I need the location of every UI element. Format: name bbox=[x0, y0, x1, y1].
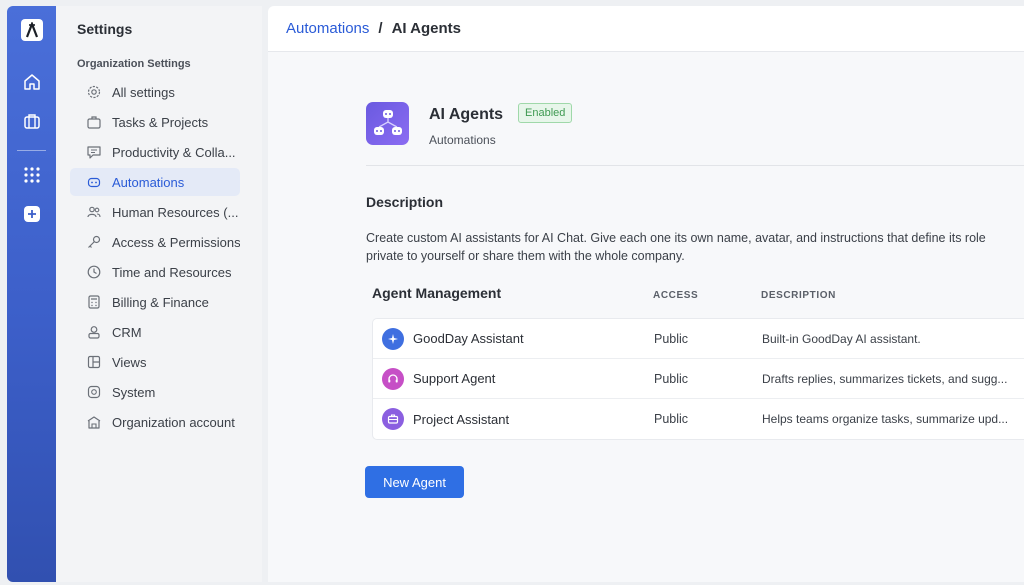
sidebar-item-label: Productivity & Colla... bbox=[112, 144, 236, 160]
sidebar-item-organization-account[interactable]: Organization account bbox=[70, 408, 240, 436]
sidebar-item-label: Tasks & Projects bbox=[112, 114, 209, 130]
sidebar-item-label: Time and Resources bbox=[112, 264, 232, 280]
robot-icon bbox=[87, 175, 101, 189]
agent-list: GoodDay Assistant Public Built-in GoodDa… bbox=[372, 318, 1024, 440]
description-text: Create custom AI assistants for AI Chat.… bbox=[366, 229, 1024, 265]
agent-description: Drafts replies, summarizes tickets, and … bbox=[762, 371, 1008, 386]
ai-agents-app-icon bbox=[366, 102, 409, 145]
sidebar-item-access-permissions[interactable]: Access & Permissions bbox=[70, 228, 240, 256]
page-title: AI Agents bbox=[391, 20, 462, 37]
sidebar-group-label: Organization Settings bbox=[77, 58, 191, 70]
sidebar-item-label: Human Resources (... bbox=[112, 204, 239, 220]
header-divider bbox=[366, 165, 1024, 166]
breadcrumb: Automations / AI Agents bbox=[268, 6, 1024, 52]
sidebar-item-label: CRM bbox=[112, 324, 142, 340]
sidebar-item-automations[interactable]: Automations bbox=[70, 168, 240, 196]
apps-grid-icon[interactable] bbox=[21, 164, 43, 186]
breadcrumb-parent-link[interactable]: Automations bbox=[286, 20, 369, 37]
main-panel: Automations / AI Agents AI Agents Enable… bbox=[268, 6, 1024, 582]
sidebar-item-time-resources[interactable]: Time and Resources bbox=[70, 258, 240, 286]
plus-icon[interactable] bbox=[21, 203, 43, 225]
app-rail bbox=[7, 6, 56, 582]
sidebar-item-views[interactable]: Views bbox=[70, 348, 240, 376]
rail-divider bbox=[17, 150, 46, 151]
description-line-1: Create custom AI assistants for AI Chat.… bbox=[366, 231, 986, 245]
agent-row-project-assistant[interactable]: Project Assistant Public Helps teams org… bbox=[373, 399, 1024, 439]
sidebar-item-label: Access & Permissions bbox=[112, 234, 240, 250]
agent-row-gooday-assistant[interactable]: GoodDay Assistant Public Built-in GoodDa… bbox=[373, 319, 1024, 359]
column-header-access: ACCESS bbox=[653, 289, 699, 301]
description-heading: Description bbox=[366, 194, 444, 210]
sidebar-item-billing-finance[interactable]: Billing & Finance bbox=[70, 288, 240, 316]
gear-icon bbox=[87, 85, 101, 99]
layout-icon bbox=[87, 355, 101, 369]
agent-management-heading: Agent Management bbox=[372, 285, 502, 301]
app-title: AI Agents bbox=[429, 106, 504, 123]
briefcase-icon bbox=[382, 408, 404, 430]
building-icon bbox=[87, 415, 101, 429]
new-agent-button[interactable]: New Agent bbox=[365, 466, 464, 498]
agent-name[interactable]: GoodDay Assistant bbox=[413, 331, 524, 346]
agent-name[interactable]: Project Assistant bbox=[413, 412, 509, 427]
app-logo-icon[interactable] bbox=[21, 19, 43, 41]
content-area: AI Agents Enabled Automations Descriptio… bbox=[268, 52, 1024, 582]
agent-description: Built-in GoodDay AI assistant. bbox=[762, 331, 921, 346]
agent-description: Helps teams organize tasks, summarize up… bbox=[762, 412, 1009, 426]
sidebar-item-label: System bbox=[112, 384, 156, 400]
agent-access: Public bbox=[654, 371, 689, 386]
sidebar-item-label: Automations bbox=[112, 174, 185, 190]
agent-access: Public bbox=[654, 331, 689, 346]
sidebar-item-human-resources[interactable]: Human Resources (... bbox=[70, 198, 240, 226]
settings-sidebar: Settings Organization Settings All setti… bbox=[56, 6, 262, 582]
app-subtitle: Automations bbox=[429, 133, 496, 147]
chat-icon bbox=[87, 145, 101, 159]
contact-icon bbox=[87, 325, 101, 339]
key-icon bbox=[87, 235, 101, 249]
status-badge: Enabled bbox=[518, 103, 573, 123]
people-icon bbox=[87, 205, 101, 219]
sidebar-item-all-settings[interactable]: All settings bbox=[70, 78, 240, 106]
sidebar-item-label: Organization account bbox=[112, 414, 235, 430]
sidebar-title: Settings bbox=[77, 21, 133, 37]
sidebar-item-tasks-projects[interactable]: Tasks & Projects bbox=[70, 108, 240, 136]
sparkle-icon bbox=[382, 328, 404, 350]
sidebar-item-label: Views bbox=[112, 354, 147, 370]
sidebar-item-productivity[interactable]: Productivity & Colla... bbox=[70, 138, 240, 166]
agent-access: Public bbox=[654, 412, 689, 426]
sidebar-item-crm[interactable]: CRM bbox=[70, 318, 240, 346]
clock-icon bbox=[87, 265, 101, 279]
briefcase-icon bbox=[87, 115, 101, 129]
breadcrumb-separator: / bbox=[378, 20, 383, 37]
calculator-icon bbox=[87, 295, 101, 309]
agent-name[interactable]: Support Agent bbox=[413, 371, 495, 386]
column-header-description: DESCRIPTION bbox=[761, 289, 836, 301]
sidebar-item-label: Billing & Finance bbox=[112, 294, 209, 310]
sidebar-item-label: All settings bbox=[112, 84, 175, 100]
sidebar-item-system[interactable]: System bbox=[70, 378, 240, 406]
briefcase-icon[interactable] bbox=[21, 110, 43, 132]
headset-icon bbox=[382, 368, 404, 390]
system-icon bbox=[87, 385, 101, 399]
agent-row-support-agent[interactable]: Support Agent Public Drafts replies, sum… bbox=[373, 359, 1024, 399]
home-icon[interactable] bbox=[21, 71, 43, 93]
description-line-2: private to yourself or share them with t… bbox=[366, 249, 685, 263]
